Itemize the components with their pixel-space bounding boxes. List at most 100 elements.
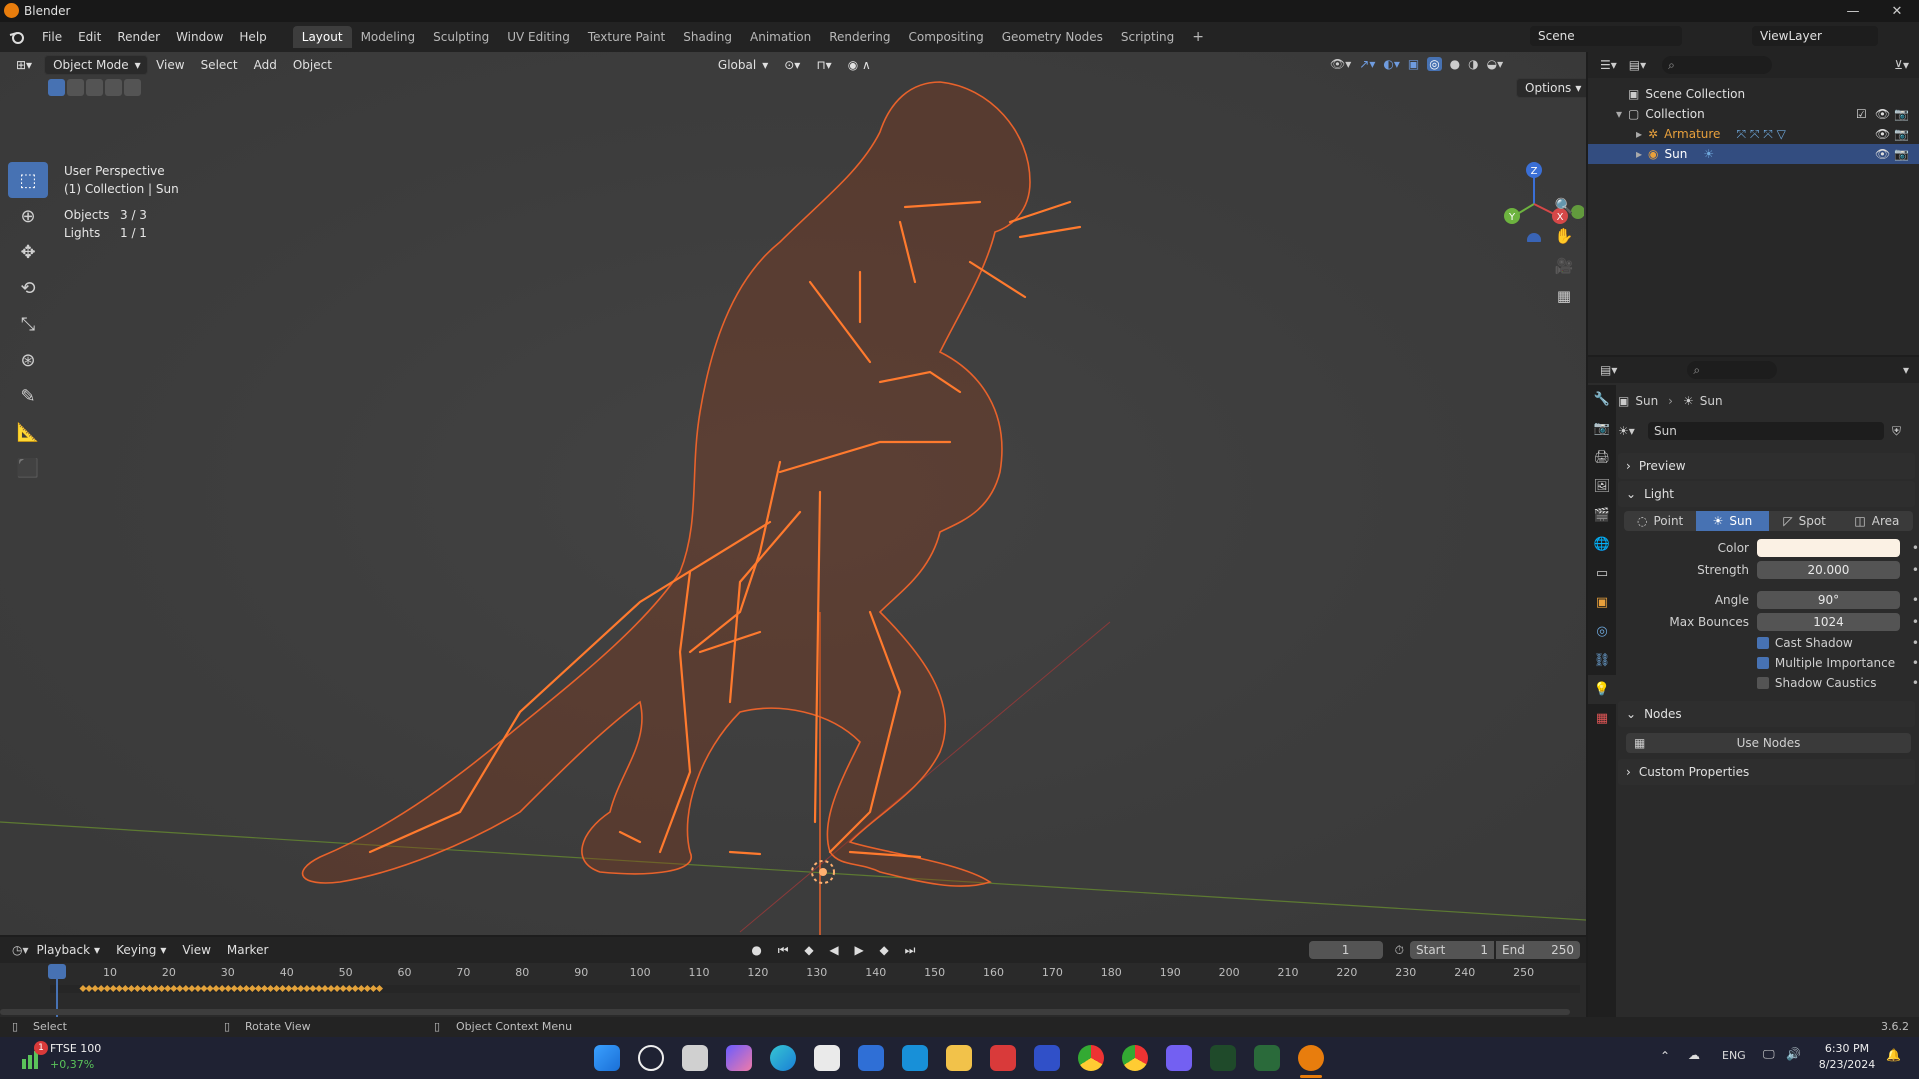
play-reverse-icon[interactable]: ◀ [829, 943, 844, 957]
world-tab-icon[interactable]: 🌐 [1588, 530, 1616, 559]
physics-tab-icon[interactable]: ◎ [1588, 617, 1616, 646]
keyframe-dot-icon[interactable]: • [1912, 676, 1919, 690]
tab-shading[interactable]: Shading [674, 26, 741, 48]
collection-row[interactable]: ▾ ▢ Collection ☑ 👁 📷 [1588, 104, 1919, 124]
tab-uv-editing[interactable]: UV Editing [498, 26, 579, 48]
shadow-caustics-checkbox[interactable] [1756, 677, 1769, 689]
annotate-tool[interactable]: ✎ [8, 378, 48, 414]
measure-tool[interactable]: 📐 [8, 414, 48, 450]
outliner[interactable]: ☰▾ ▤▾ ⌕ ⊻▾ ▣ Scene Collection ▾ ▢ Collec… [1588, 52, 1919, 355]
transform-tool[interactable]: ⊛ [8, 342, 48, 378]
next-keyframe-icon[interactable]: ◆ [880, 943, 895, 957]
cast-shadow-checkbox[interactable] [1756, 637, 1769, 649]
select-subtract-icon[interactable] [86, 79, 103, 96]
render-camera-icon[interactable]: 📷 [1894, 147, 1909, 161]
microsoft-store-icon[interactable] [858, 1045, 884, 1071]
snap-icon[interactable]: ⊓▾ [808, 55, 839, 75]
tab-rendering[interactable]: Rendering [820, 26, 899, 48]
current-frame-field[interactable]: 1 [1308, 941, 1383, 959]
skype-icon[interactable] [902, 1045, 928, 1071]
expand-arrow-icon[interactable]: ▸ [1636, 147, 1642, 161]
tab-geometry-nodes[interactable]: Geometry Nodes [993, 26, 1112, 48]
multiple-importance-row[interactable]: Multiple Importance • [1618, 653, 1919, 673]
keyframe-dot-icon[interactable]: • [1912, 636, 1919, 650]
scene-selector[interactable]: Scene [1530, 26, 1682, 46]
prev-keyframe-icon[interactable]: ◆ [804, 943, 819, 957]
tab-sculpting[interactable]: Sculpting [424, 26, 498, 48]
select-box-tool[interactable]: ⬚ [8, 162, 48, 198]
viewport-menu-add[interactable]: Add [246, 55, 285, 75]
fake-user-shield-icon[interactable]: ⛨ [1892, 424, 1901, 439]
object-tab-icon[interactable]: ▣ [1588, 588, 1616, 617]
chrome-profile-icon[interactable] [1122, 1045, 1148, 1071]
tab-layout[interactable]: Layout [292, 26, 352, 48]
tab-animation[interactable]: Animation [741, 26, 820, 48]
gizmo-toggle-icon[interactable]: ↗▾ [1359, 57, 1375, 71]
constraints-tab-icon[interactable]: ⛓ [1588, 646, 1616, 675]
shading-rendered-icon[interactable]: ◒▾ [1487, 57, 1504, 71]
visibility-eye-icon[interactable]: 👁 [1875, 107, 1890, 121]
timeline-editor[interactable]: ◷▾ Playback ▾ Keying ▾ View Marker ● ⏮ ◆ ◀… [0, 937, 1586, 1017]
notification-bell-icon[interactable]: 🔔 [1886, 1048, 1901, 1062]
light-data-tab-icon[interactable]: 💡 [1588, 675, 1616, 704]
overlay-toggle-icon[interactable]: ◐▾ [1383, 57, 1400, 71]
chrome-icon[interactable] [1078, 1045, 1104, 1071]
panel-light[interactable]: ⌄ Light [1618, 481, 1915, 507]
timeline-menu-keying[interactable]: Keying ▾ [108, 940, 174, 960]
view-layer-selector[interactable]: ViewLayer [1752, 26, 1878, 46]
network-icon[interactable]: 🖵 [1763, 1047, 1775, 1062]
keyframe-dot-icon[interactable]: • [1912, 615, 1919, 629]
app-blue-m-icon[interactable] [1034, 1045, 1060, 1071]
outliner-editor-type-icon[interactable]: ☰▾ [1600, 58, 1617, 72]
view-layer-tab-icon[interactable]: 🖼 [1588, 472, 1616, 501]
timeline-ruler[interactable]: 1102030405060708090100110120130140150160… [0, 963, 1586, 1017]
mode-selector[interactable]: Object Mode ▾ [44, 55, 149, 75]
tab-modeling[interactable]: Modeling [352, 26, 425, 48]
menu-render[interactable]: Render [109, 30, 168, 44]
panel-preview[interactable]: › Preview [1618, 453, 1915, 479]
keyframe-dot-icon[interactable]: • [1912, 563, 1919, 577]
end-frame-field[interactable]: End 250 [1496, 941, 1580, 959]
timeline-menu-playback[interactable]: Playback ▾ [29, 940, 109, 960]
render-tab-icon[interactable]: 📷 [1588, 414, 1616, 443]
shading-wireframe-icon[interactable]: ◎ [1427, 57, 1442, 71]
app-green-monster-icon[interactable] [1254, 1045, 1280, 1071]
filter-icon[interactable]: ⊻▾ [1894, 58, 1909, 72]
select-new-icon[interactable] [48, 79, 65, 96]
timeline-menu-marker[interactable]: Marker [219, 940, 276, 960]
xray-toggle-icon[interactable]: ▣ [1408, 57, 1419, 71]
app-red-grid-icon[interactable] [990, 1045, 1016, 1071]
pan-hand-icon[interactable]: ✋ [1550, 222, 1578, 250]
editor-type-button[interactable]: ⊞▾ [8, 55, 40, 75]
collection-tab-icon[interactable]: ▭ [1588, 559, 1616, 588]
rotate-tool[interactable]: ⟲ [8, 270, 48, 306]
output-tab-icon[interactable]: 🖨 [1588, 443, 1616, 472]
menu-window[interactable]: Window [168, 30, 231, 44]
shading-solid-icon[interactable]: ● [1450, 57, 1460, 71]
onedrive-cloud-icon[interactable]: ☁ [1688, 1048, 1700, 1062]
blender-taskbar-icon[interactable] [1298, 1045, 1324, 1071]
keyframe-dot-icon[interactable]: • [1912, 541, 1919, 555]
scene-tab-icon[interactable]: 🎬 [1588, 501, 1616, 530]
strength-field[interactable]: 20.000 [1757, 561, 1900, 579]
properties-editor[interactable]: ▤▾ ⌕ ▾ 🔧 📷 🖨 🖼 🎬 🌐 ▭ ▣ ◎ ⛓ 💡 ▦ ▣ Sun › ☀… [1588, 357, 1919, 1017]
menu-file[interactable]: File [34, 30, 70, 44]
cast-shadow-row[interactable]: Cast Shadow • [1618, 633, 1919, 653]
keyframe-dot-icon[interactable]: • [1912, 656, 1919, 670]
jump-start-icon[interactable]: ⏮ [778, 943, 795, 957]
light-browse-icon[interactable]: ☀▾ [1618, 424, 1648, 438]
edge-browser-icon[interactable] [770, 1045, 796, 1071]
3d-viewport[interactable]: ⊞▾ Object Mode ▾ View Select Add Object G… [0, 52, 1586, 935]
texture-tab-icon[interactable]: ▦ [1588, 704, 1616, 733]
visibility-icon[interactable]: 👁▾ [1330, 57, 1351, 71]
visibility-eye-icon[interactable]: 👁 [1875, 127, 1890, 141]
light-type-point[interactable]: ◌ Point [1624, 511, 1697, 531]
play-icon[interactable]: ▶ [854, 943, 869, 957]
search-icon[interactable] [638, 1045, 664, 1071]
light-datablock-name[interactable]: Sun [1648, 422, 1884, 440]
select-extend-icon[interactable] [67, 79, 84, 96]
ortho-grid-icon[interactable]: ▦ [1550, 282, 1578, 310]
viewport-menu-object[interactable]: Object [285, 55, 340, 75]
exclude-checkbox-icon[interactable]: ☑ [1856, 107, 1867, 121]
light-type-sun[interactable]: ☀ Sun [1696, 511, 1769, 531]
